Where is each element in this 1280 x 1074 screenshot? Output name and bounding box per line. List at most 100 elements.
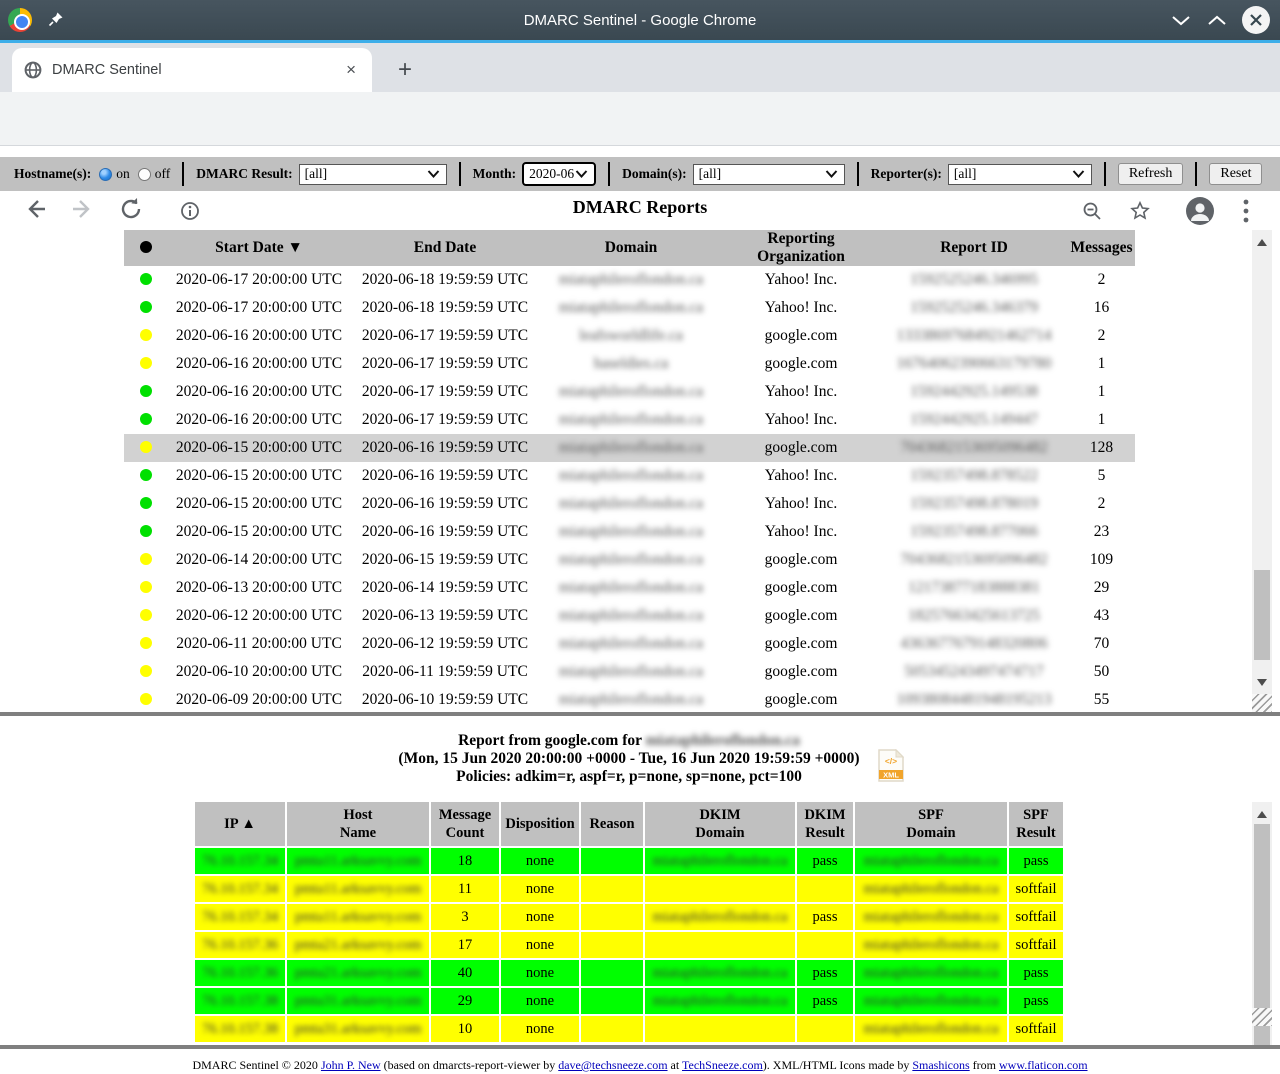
report-row[interactable]: 2020-06-16 20:00:00 UTC2020-06-17 19:59:… bbox=[124, 350, 1135, 378]
messages-cell: 2 bbox=[1068, 490, 1135, 518]
start-date-cell: 2020-06-12 20:00:00 UTC bbox=[168, 602, 350, 630]
report-row[interactable]: 2020-06-15 20:00:00 UTC2020-06-16 19:59:… bbox=[124, 434, 1135, 462]
column-header[interactable]: Messages bbox=[1068, 230, 1135, 266]
domain-select[interactable]: [all] bbox=[693, 164, 845, 185]
report-row[interactable]: 2020-06-09 20:00:00 UTC2020-06-10 19:59:… bbox=[124, 686, 1135, 714]
scrollbar-down-button[interactable] bbox=[1252, 674, 1272, 690]
tab-close-button[interactable]: × bbox=[342, 60, 360, 80]
browser-tab[interactable]: DMARC Sentinel × bbox=[12, 48, 372, 92]
detail-column-header[interactable]: IP ▲ bbox=[195, 802, 285, 846]
frame-divider[interactable] bbox=[0, 1045, 1280, 1049]
end-date-cell: 2020-06-18 19:59:59 UTC bbox=[350, 294, 540, 322]
reason-cell bbox=[581, 848, 643, 874]
footer-link[interactable]: John P. New bbox=[321, 1058, 381, 1072]
window-maximize-button[interactable] bbox=[1206, 13, 1228, 27]
column-header bbox=[124, 230, 168, 266]
org-cell: Yahoo! Inc. bbox=[722, 462, 880, 490]
scrollbar-thumb[interactable] bbox=[1254, 570, 1270, 660]
report-row[interactable]: 2020-06-15 20:00:00 UTC2020-06-16 19:59:… bbox=[124, 462, 1135, 490]
divider bbox=[1195, 162, 1197, 186]
status-cell bbox=[124, 546, 168, 574]
report-row[interactable]: 2020-06-16 20:00:00 UTC2020-06-17 19:59:… bbox=[124, 322, 1135, 350]
status-dot-green bbox=[140, 273, 152, 285]
footer-link[interactable]: Smashicons bbox=[912, 1058, 969, 1072]
chevron-down-icon bbox=[575, 170, 588, 178]
reporter-select[interactable]: [all] bbox=[948, 164, 1092, 185]
report-row[interactable]: 2020-06-15 20:00:00 UTC2020-06-16 19:59:… bbox=[124, 518, 1135, 546]
org-cell: google.com bbox=[722, 686, 880, 714]
hostname-off-radio[interactable] bbox=[138, 168, 151, 181]
report-detail-table: IP ▲Host NameMessage CountDispositionRea… bbox=[193, 800, 1065, 1047]
report-row[interactable]: 2020-06-16 20:00:00 UTC2020-06-17 19:59:… bbox=[124, 378, 1135, 406]
end-date-cell: 2020-06-17 19:59:59 UTC bbox=[350, 378, 540, 406]
dkim-result-cell bbox=[797, 1016, 853, 1042]
report-row[interactable]: 2020-06-12 20:00:00 UTC2020-06-13 19:59:… bbox=[124, 602, 1135, 630]
reset-button[interactable]: Reset bbox=[1209, 163, 1262, 185]
reason-cell bbox=[581, 876, 643, 902]
detail-row: 76.10.157.38pmta31.arksavvy.com29nonemia… bbox=[195, 988, 1063, 1014]
column-header[interactable]: End Date bbox=[350, 230, 540, 266]
messages-cell: 5 bbox=[1068, 462, 1135, 490]
month-select[interactable]: 2020-06 bbox=[522, 162, 596, 186]
detail-row: 76.10.157.34pmta11.arksavvy.com11nonemia… bbox=[195, 876, 1063, 902]
column-header[interactable]: Report ID bbox=[880, 230, 1068, 266]
messages-cell: 43 bbox=[1068, 602, 1135, 630]
report-row[interactable]: 2020-06-10 20:00:00 UTC2020-06-11 19:59:… bbox=[124, 658, 1135, 686]
new-tab-button[interactable]: + bbox=[390, 55, 420, 85]
org-cell: Yahoo! Inc. bbox=[722, 406, 880, 434]
detail-column-header[interactable]: SPF Domain bbox=[855, 802, 1007, 846]
end-date-cell: 2020-06-16 19:59:59 UTC bbox=[350, 434, 540, 462]
detail-column-header[interactable]: Reason bbox=[581, 802, 643, 846]
detail-column-header[interactable]: SPF Result bbox=[1009, 802, 1063, 846]
column-header[interactable]: Domain bbox=[540, 230, 722, 266]
spf-domain-cell: miataphileroflondon.ca bbox=[855, 848, 1007, 874]
domain-cell: miataphileroflondon.ca bbox=[540, 630, 722, 658]
footer-text: (based on dmarcts-report-viewer by bbox=[381, 1058, 559, 1072]
domain-label: Domain(s): bbox=[622, 166, 687, 182]
report-row[interactable]: 2020-06-13 20:00:00 UTC2020-06-14 19:59:… bbox=[124, 574, 1135, 602]
footer-link[interactable]: dave@techsneeze.com bbox=[558, 1058, 667, 1072]
status-dot-green bbox=[140, 385, 152, 397]
report-row[interactable]: 2020-06-15 20:00:00 UTC2020-06-16 19:59:… bbox=[124, 490, 1135, 518]
start-date-cell: 2020-06-16 20:00:00 UTC bbox=[168, 322, 350, 350]
scrollbar-up-button[interactable] bbox=[1252, 234, 1272, 250]
window-minimize-button[interactable] bbox=[1170, 13, 1192, 27]
host-cell: pmta31.arksavvy.com bbox=[287, 988, 429, 1014]
column-header[interactable]: Start Date ▼ bbox=[168, 230, 350, 266]
spf-domain-cell: miataphileroflondon.ca bbox=[855, 1016, 1007, 1042]
close-x-icon bbox=[1249, 13, 1263, 27]
window-titlebar: DMARC Sentinel - Google Chrome bbox=[0, 0, 1280, 40]
count-cell: 40 bbox=[431, 960, 499, 986]
report-row[interactable]: 2020-06-17 20:00:00 UTC2020-06-18 19:59:… bbox=[124, 294, 1135, 322]
dkim-result-cell: pass bbox=[797, 960, 853, 986]
chevron-down-icon bbox=[427, 170, 440, 178]
scrollbar-up-button[interactable] bbox=[1252, 806, 1272, 822]
frame-resize-grip[interactable] bbox=[1252, 1008, 1272, 1026]
report-row[interactable]: 2020-06-11 20:00:00 UTC2020-06-12 19:59:… bbox=[124, 630, 1135, 658]
report-row[interactable]: 2020-06-14 20:00:00 UTC2020-06-15 19:59:… bbox=[124, 546, 1135, 574]
window-close-button[interactable] bbox=[1242, 6, 1270, 34]
detail-column-header[interactable]: DKIM Domain bbox=[645, 802, 795, 846]
hostname-on-radio[interactable] bbox=[99, 168, 112, 181]
column-header[interactable]: Reporting Organization bbox=[722, 230, 880, 266]
ip-cell: 76.10.157.34 bbox=[195, 876, 285, 902]
spf-result-cell: softfail bbox=[1009, 904, 1063, 930]
detail-column-header[interactable]: Host Name bbox=[287, 802, 429, 846]
detail-column-header[interactable]: Disposition bbox=[501, 802, 579, 846]
dmarc-result-select[interactable]: [all] bbox=[299, 164, 447, 185]
detail-column-header[interactable]: DKIM Result bbox=[797, 802, 853, 846]
footer-link[interactable]: www.flaticon.com bbox=[999, 1058, 1088, 1072]
xml-download-icon[interactable]: </> XML bbox=[878, 749, 904, 782]
status-dot-green bbox=[140, 497, 152, 509]
detail-column-header[interactable]: Message Count bbox=[431, 802, 499, 846]
refresh-button[interactable]: Refresh bbox=[1118, 163, 1184, 185]
report-row[interactable]: 2020-06-17 20:00:00 UTC2020-06-18 19:59:… bbox=[124, 266, 1135, 294]
window-title: DMARC Sentinel - Google Chrome bbox=[0, 12, 1280, 29]
org-cell: Yahoo! Inc. bbox=[722, 490, 880, 518]
messages-cell: 50 bbox=[1068, 658, 1135, 686]
frame-resize-grip[interactable] bbox=[1252, 694, 1272, 712]
host-cell: pmta31.arksavvy.com bbox=[287, 1016, 429, 1042]
footer-link[interactable]: TechSneeze.com bbox=[682, 1058, 763, 1072]
report-row[interactable]: 2020-06-16 20:00:00 UTC2020-06-17 19:59:… bbox=[124, 406, 1135, 434]
reports-scrollbar[interactable] bbox=[1252, 230, 1272, 694]
